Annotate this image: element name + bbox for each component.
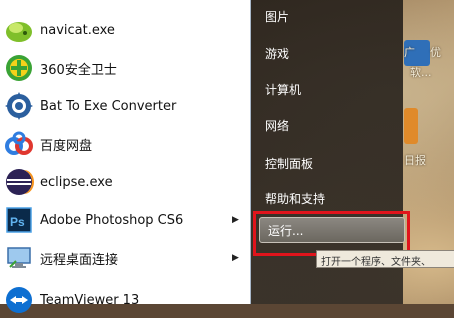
menu-item-pictures[interactable]: 图片: [265, 8, 289, 25]
submenu-arrow-icon: ▶: [232, 253, 239, 263]
program-item-teamviewer[interactable]: TeamViewer 13: [0, 282, 250, 318]
program-item-photoshop[interactable]: Ps Adobe Photoshop CS6 ▶: [0, 202, 250, 238]
menu-item-network[interactable]: 网络: [265, 117, 289, 134]
desktop-label: 优: [430, 46, 441, 59]
program-label: 远程桌面连接: [40, 252, 119, 268]
svg-text:Ps: Ps: [10, 215, 25, 229]
teamviewer-icon: [6, 287, 32, 313]
program-item-baidu-netdisk[interactable]: 百度网盘: [0, 126, 250, 162]
360-safe-icon: [6, 55, 32, 81]
menu-item-computer[interactable]: 计算机: [265, 81, 301, 98]
program-label: 360安全卫士: [40, 62, 117, 78]
menu-item-help-support[interactable]: 帮助和支持: [265, 190, 325, 207]
photoshop-icon: Ps: [6, 207, 32, 233]
program-item-bat-to-exe[interactable]: Bat To Exe Converter: [0, 88, 250, 124]
desktop-label: 软...: [410, 66, 432, 79]
program-label: TeamViewer 13: [40, 292, 140, 308]
baidu-netdisk-icon: [5, 131, 33, 155]
menu-item-control-panel[interactable]: 控制面板: [265, 155, 313, 172]
program-label: Bat To Exe Converter: [40, 98, 177, 114]
bat-to-exe-icon: [5, 92, 33, 120]
program-label: Adobe Photoshop CS6: [40, 212, 184, 228]
run-tooltip: 打开一个程序、文件夹、: [316, 250, 454, 268]
navicat-icon: [6, 22, 32, 42]
program-label: eclipse.exe: [40, 174, 113, 190]
desktop-icon-tile[interactable]: [404, 108, 418, 144]
eclipse-icon: [6, 169, 34, 195]
menu-item-games[interactable]: 游戏: [265, 45, 289, 62]
submenu-arrow-icon: ▶: [232, 215, 239, 225]
desktop-label: 广: [404, 46, 415, 59]
remote-desktop-icon: [7, 247, 31, 268]
program-item-navicat[interactable]: navicat.exe: [0, 12, 250, 48]
program-item-remote-desktop[interactable]: 远程桌面连接 ▶: [0, 240, 250, 276]
program-label: navicat.exe: [40, 22, 115, 38]
program-item-360-safe[interactable]: 360安全卫士: [0, 50, 250, 86]
program-item-eclipse[interactable]: eclipse.exe: [0, 164, 250, 200]
desktop-label: 日报: [404, 154, 426, 167]
start-menu-programs-list: navicat.exe 360安全卫士 Bat To Exe Converter…: [0, 0, 251, 313]
program-label: 百度网盘: [40, 138, 93, 154]
